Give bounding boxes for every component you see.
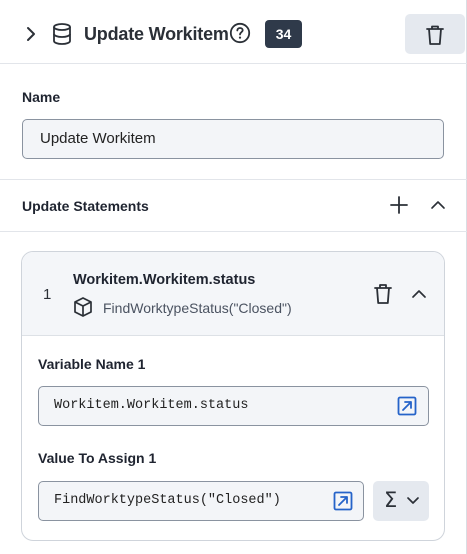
divider (0, 179, 467, 180)
chevron-right-icon[interactable] (24, 25, 38, 43)
name-field[interactable]: Update Workitem (22, 119, 444, 159)
delete-button[interactable] (405, 14, 465, 54)
cube-icon (74, 297, 92, 317)
name-label: Name (22, 89, 61, 105)
trash-icon (426, 25, 444, 45)
statement-index: 1 (43, 286, 52, 303)
database-icon (53, 23, 71, 45)
chevron-down-icon (407, 497, 419, 504)
properties-panel: Update Workitem 34 Name Update Workitem … (0, 0, 467, 554)
update-statement-card: 1 Workitem.Workitem.status FindWorktypeS… (21, 251, 445, 541)
sigma-icon: Σ (384, 488, 398, 512)
variable-name-field[interactable]: Workitem.Workitem.status (38, 386, 429, 426)
trash-icon[interactable] (373, 282, 393, 306)
divider (0, 231, 467, 232)
expression-button[interactable]: Σ (373, 481, 429, 521)
panel-header: Update Workitem 34 (0, 0, 467, 64)
chevron-up-icon[interactable] (430, 199, 446, 211)
help-circle-icon[interactable] (229, 22, 251, 44)
open-external-icon[interactable] (333, 491, 353, 511)
plus-icon[interactable] (389, 195, 409, 215)
open-external-icon[interactable] (397, 396, 417, 416)
variable-name-label: Variable Name 1 (38, 356, 146, 372)
statement-subtitle: FindWorktypeStatus("Closed") (103, 300, 292, 316)
value-to-assign-field[interactable]: FindWorktypeStatus("Closed") (38, 481, 364, 521)
page-title: Update Workitem (84, 24, 229, 44)
value-to-assign-label: Value To Assign 1 (38, 450, 157, 466)
update-statements-label: Update Statements (22, 198, 149, 214)
variable-name-value: Workitem.Workitem.status (54, 398, 249, 413)
statement-title: Workitem.Workitem.status (73, 272, 256, 288)
statement-header[interactable]: 1 Workitem.Workitem.status FindWorktypeS… (22, 252, 444, 336)
chevron-up-icon[interactable] (411, 288, 427, 300)
count-badge: 34 (265, 20, 302, 48)
value-to-assign-value: FindWorktypeStatus("Closed") (54, 493, 281, 508)
